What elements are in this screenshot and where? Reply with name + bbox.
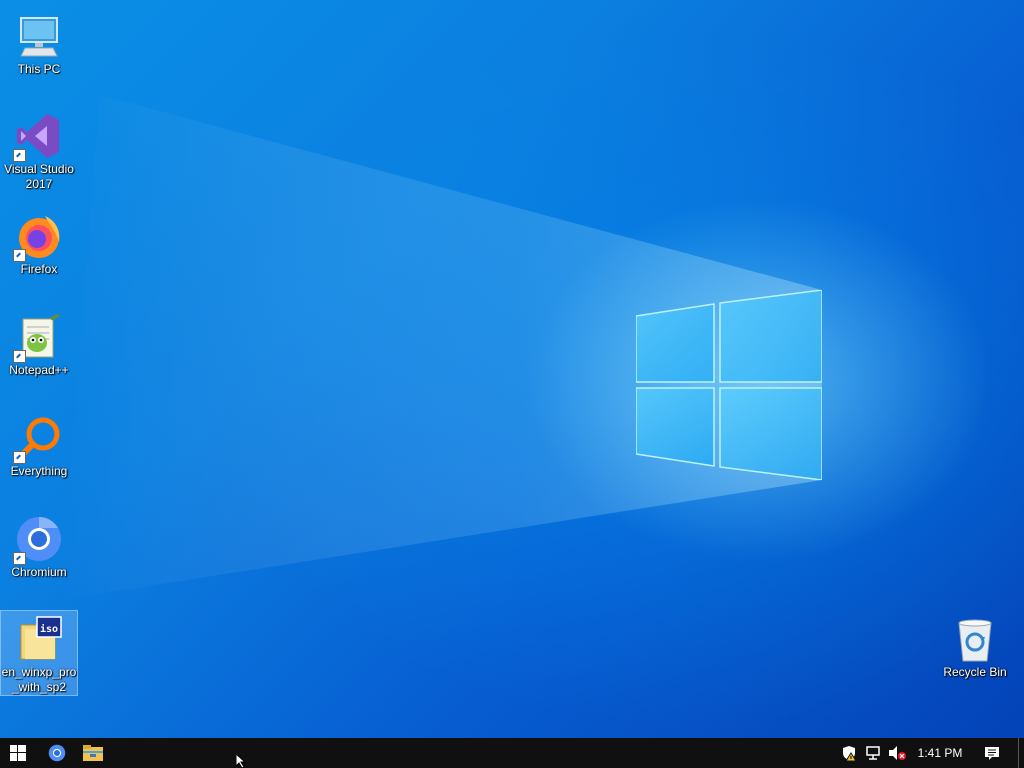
tray-volume-button[interactable] — [886, 738, 908, 768]
shortcut-arrow-icon — [13, 350, 26, 363]
svg-text:iso: iso — [40, 623, 58, 635]
desktop-icon-iso-file[interactable]: iso en_winxp_pro_with_sp2 — [0, 610, 78, 696]
taskbar-clock[interactable]: 1:41 PM — [912, 738, 968, 768]
desktop-icon-visual-studio[interactable]: Visual Studio 2017 — [1, 108, 77, 192]
security-shield-icon — [843, 746, 857, 761]
taskbar: 1:41 PM — [0, 738, 1024, 768]
network-icon — [866, 746, 880, 760]
wallpaper-light-beam — [60, 95, 822, 600]
folder-icon — [83, 745, 103, 761]
windows-start-icon — [10, 745, 26, 761]
desktop-icon-recycle-bin[interactable]: Recycle Bin — [937, 611, 1013, 680]
taskbar-file-explorer-button[interactable] — [75, 738, 111, 768]
desktop-icon-this-pc[interactable]: This PC — [1, 8, 77, 77]
desktop-icon-label: Chromium — [11, 565, 67, 579]
shortcut-arrow-icon — [13, 149, 26, 162]
firefox-icon — [13, 212, 63, 262]
tray-security-button[interactable] — [838, 738, 860, 768]
start-button[interactable] — [0, 738, 36, 768]
desktop-icon-notepad-plus-plus[interactable]: Notepad++ — [1, 309, 77, 378]
visual-studio-icon — [13, 112, 63, 162]
action-center-button[interactable] — [978, 738, 1006, 768]
shortcut-arrow-icon — [13, 451, 26, 464]
desktop-icon-firefox[interactable]: Firefox — [1, 208, 77, 277]
desktop-icon-label: This PC — [17, 62, 61, 76]
desktop-icon-everything[interactable]: Everything — [1, 410, 77, 479]
computer-icon — [15, 12, 63, 60]
desktop-icon-label: Firefox — [20, 262, 58, 276]
iso-file-icon: iso — [15, 615, 63, 663]
taskbar-chromium-button[interactable] — [39, 738, 75, 768]
notepad-plus-plus-icon — [13, 313, 63, 363]
show-desktop-button[interactable] — [1018, 738, 1024, 768]
shortcut-arrow-icon — [13, 249, 26, 262]
desktop-icon-label: Notepad++ — [9, 363, 69, 377]
desktop-icon-chromium[interactable]: Chromium — [1, 511, 77, 580]
desktop-icon-label: Recycle Bin — [943, 665, 1007, 679]
volume-muted-icon — [889, 746, 906, 760]
tray-network-button[interactable] — [862, 738, 884, 768]
windows-logo — [636, 290, 822, 480]
everything-search-icon — [13, 414, 63, 464]
desktop-icon-label: Visual Studio 2017 — [4, 162, 74, 191]
chromium-icon — [48, 744, 66, 762]
mouse-cursor-icon — [236, 754, 247, 768]
recycle-bin-icon — [951, 615, 999, 663]
shortcut-arrow-icon — [13, 552, 26, 565]
action-center-icon — [985, 747, 999, 760]
desktop-icon-label: Everything — [10, 464, 68, 478]
desktop-icon-label: en_winxp_pro_with_sp2 — [1, 665, 77, 694]
desktop[interactable]: This PC Visual Studio 2017 Firefox Notep… — [0, 0, 1024, 738]
chromium-icon — [13, 515, 63, 565]
